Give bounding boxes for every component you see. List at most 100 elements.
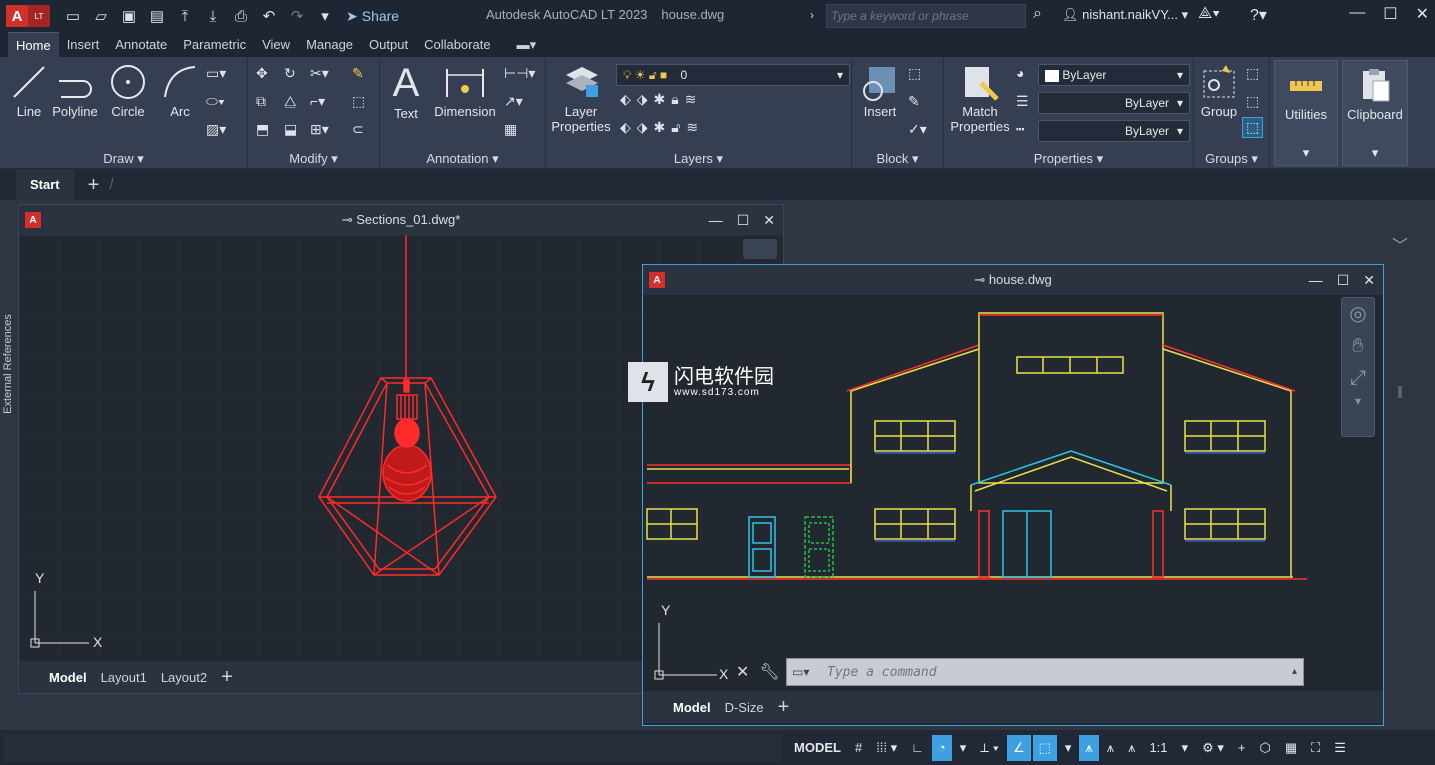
color-dropdown[interactable]: ByLayer ▾ [1038,64,1190,86]
workspace-gear-icon[interactable]: ⚙ ▾ [1196,735,1230,761]
draw-panel-title[interactable]: Draw ▾ [0,151,247,167]
layer-tools-row-2[interactable]: ⬖⬗✱🔓︎≋ [620,119,704,136]
plot-icon[interactable]: ⎙ [230,5,252,27]
navigation-bar[interactable]: ◎ ✋︎ ⤢ ▾ [1341,297,1375,437]
minimize-icon[interactable]: — [1309,272,1323,289]
create-block-icon[interactable]: ⬚ [908,65,921,82]
trim-icon[interactable]: ✂▾ [310,65,329,82]
add-layout-icon[interactable]: + [221,666,233,689]
open-web-icon[interactable]: ⤒ [174,5,196,27]
new-icon[interactable]: ▭ [62,5,84,27]
tab-annotate[interactable]: Annotate [107,32,175,57]
close-icon[interactable]: ✕ [763,212,775,229]
scale-options-icon[interactable]: ▾ [1176,735,1195,761]
model-space-button[interactable]: MODEL [788,735,847,761]
maximize-icon[interactable]: ☐ [1337,272,1350,289]
layer-tools-row-1[interactable]: ⬖⬗✱🔒︎≋ [620,91,702,108]
autodesk-app-icon[interactable]: ⟁▾ [1198,5,1220,23]
table-icon[interactable]: ▦ [504,121,517,138]
search-input[interactable] [826,4,1026,28]
tab-manage[interactable]: Manage [298,32,361,57]
line-button[interactable]: Line [8,63,50,119]
annotation-visibility-icon[interactable]: ⩚ [1079,734,1099,761]
offset-icon[interactable]: ⊂ [352,121,364,138]
close-icon[interactable]: ✕ [1416,4,1429,24]
isodraft-icon[interactable]: ⟂ ▾ [974,735,1005,761]
linear-dim-icon[interactable]: ⊢⊣▾ [504,65,535,82]
chevron-up-icon[interactable]: ▴ [1292,666,1297,677]
tab-output[interactable]: Output [361,32,416,57]
ellipse-icon[interactable]: ⬭▾ [206,93,225,110]
command-input[interactable] [786,658,1304,686]
chevron-down-icon[interactable]: ▾ [1342,394,1374,408]
layout-tab-d-size[interactable]: D-Size [725,700,764,715]
units-icon[interactable]: ▦ [1279,735,1303,761]
linetype-dropdown[interactable]: ByLayer ▾ [1038,120,1190,142]
annotation-scale-value[interactable]: 1:1 [1143,735,1173,761]
add-layout-icon[interactable]: + [778,696,790,719]
ortho-icon[interactable]: ∟ [905,735,930,761]
file-tab-start[interactable]: Start [16,170,74,200]
layout-tab-layout2[interactable]: Layout2 [161,670,207,685]
explode-icon[interactable]: ⬚ [352,93,365,110]
circle-button[interactable]: Circle [106,63,150,119]
snap-icon[interactable]: ⁞⁞⁞ ▾ [870,735,903,761]
chevron-right-icon[interactable]: › [810,8,814,22]
polar-options-icon[interactable]: ▾ [954,735,973,761]
close-icon[interactable]: ✕ [1363,272,1375,289]
new-tab-icon[interactable]: + [88,174,100,197]
tab-parametric[interactable]: Parametric [175,32,254,57]
open-icon[interactable]: ▱ [90,5,112,27]
tab-home[interactable]: Home [8,32,59,57]
layers-panel-title[interactable]: Layers ▾ [546,151,851,167]
user-account[interactable]: 👤︎ nishant.naikVY... ▾ [1062,7,1188,23]
array-icon[interactable]: ⊞▾ [310,121,329,138]
annotation-monitor-icon[interactable]: + [1232,735,1252,761]
scroll-indicator[interactable] [1398,386,1402,398]
isolate-objects-icon[interactable]: ⬡ [1253,735,1276,761]
ungroup-icon[interactable]: ⬚ [1246,65,1259,82]
attribute-icon[interactable]: ✓▾ [908,121,927,138]
stretch-icon[interactable]: ⬒ [256,121,269,138]
erase-icon[interactable]: ✎ [352,65,364,82]
house-window-titlebar[interactable]: A ⊸ house.dwg — ☐ ✕ [643,265,1383,295]
command-history-icon[interactable]: ▭▾ [792,665,809,679]
group-selection-icon[interactable]: ⬚ [1242,117,1264,138]
annotation-scale-icon[interactable]: ⩚ [1122,735,1141,761]
house-model-space[interactable]: Y X ◎ ✋︎ ⤢ ▾ [643,295,1383,691]
customize-icon[interactable]: 🔧︎ [759,662,779,682]
group-edit-icon[interactable]: ⬚ [1246,93,1259,110]
clean-screen-icon[interactable]: ⛶ [1305,735,1326,761]
save-icon[interactable]: ▣ [118,5,140,27]
copy-icon[interactable]: ⧉ [256,93,266,110]
object-snap-icon[interactable]: ⬚ [1032,734,1057,761]
zoom-extents-icon[interactable]: ⤢ [1342,362,1374,394]
layer-dropdown[interactable]: 💡︎ ☀ 🔓︎ ■ 0 ▾ [616,64,850,86]
layout-tab-layout1[interactable]: Layout1 [101,670,147,685]
save-as-icon[interactable]: ▤ [146,5,168,27]
match-properties-button[interactable]: Match Properties [948,63,1012,134]
move-icon[interactable]: ✥ [256,65,268,82]
polar-tracking-icon[interactable]: ◔ [931,734,952,761]
groups-panel-title[interactable]: Groups ▾ [1194,151,1269,167]
minimize-icon[interactable]: — [709,212,723,229]
undo-icon[interactable]: ↶ [258,5,280,27]
layer-properties-button[interactable]: Layer Properties [550,63,612,134]
tab-insert[interactable]: Insert [59,32,108,57]
redo-icon[interactable]: ↷ [286,5,308,27]
block-panel-title[interactable]: Block ▾ [852,151,943,167]
layout-tab-model[interactable]: Model [673,700,711,715]
search-icon[interactable]: ⌕ [1033,5,1042,23]
annotation-panel-title[interactable]: Annotation ▾ [380,151,545,167]
pan-icon[interactable]: ✋︎ [1342,330,1374,362]
maximize-icon[interactable]: ☐ [737,212,750,229]
edit-block-icon[interactable]: ✎ [908,93,920,110]
group-button[interactable]: Group [1196,63,1242,119]
dimension-button[interactable]: Dimension [430,63,500,119]
layout-tab-model[interactable]: Model [49,670,87,685]
fillet-icon[interactable]: ⌐▾ [310,93,325,110]
share-button[interactable]: ➤ Share [346,8,399,25]
mirror-icon[interactable]: ⧋ [284,93,297,110]
properties-panel-title[interactable]: Properties ▾ [944,151,1193,167]
tab-view[interactable]: View [254,32,298,57]
